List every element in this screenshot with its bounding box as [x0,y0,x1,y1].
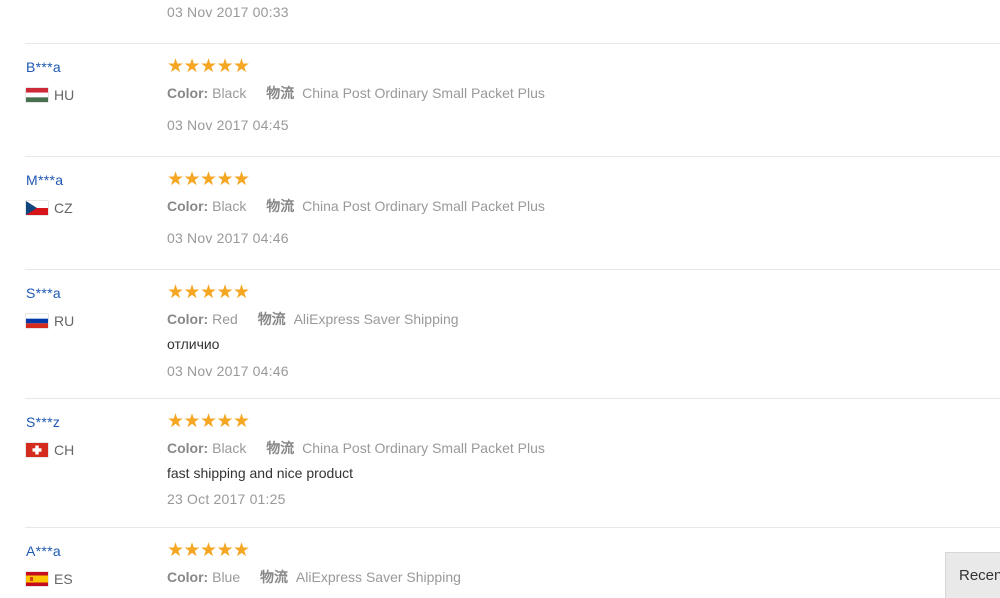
star-icon: ★ [216,169,234,190]
shipping-value: China Post Ordinary Small Packet Plus [302,85,545,101]
divider [25,269,1000,270]
star-icon: ★ [183,169,201,190]
shipping-value: AliExpress Saver Shipping [295,569,461,585]
star-icon: ★ [200,540,218,561]
reviewer-name[interactable]: M***a [26,172,63,188]
star-icon: ★ [167,411,185,432]
star-icon: ★ [233,540,251,561]
recent-tab[interactable]: Recen [945,552,1000,598]
reviewer-name[interactable]: S***a [26,285,61,301]
star-icon: ★ [233,411,251,432]
country-code: RU [54,313,75,329]
star-icon: ★ [200,56,218,77]
color-value: Red [212,311,238,327]
order-attributes: Color: Black 物流 China Post Ordinary Smal… [167,83,545,103]
divider [25,156,1000,157]
star-icon: ★ [167,169,185,190]
russia-flag-icon [26,314,48,328]
divider [25,43,1000,44]
star-rating: ★ ★ ★ ★ ★ [167,56,250,78]
color-key: Color: [167,85,209,101]
star-icon: ★ [216,56,234,77]
star-icon: ★ [216,282,234,303]
star-icon: ★ [183,540,201,561]
star-icon: ★ [200,282,218,303]
star-icon: ★ [167,540,185,561]
star-icon: ★ [200,169,218,190]
color-value: Black [212,440,247,456]
divider [25,527,1000,528]
star-rating: ★ ★ ★ ★ ★ [167,540,250,562]
shipping-key: 物流 [260,569,289,585]
review-date: 03 Nov 2017 04:46 [167,230,289,246]
color-value: Blue [212,569,241,585]
shipping-key: 物流 [257,311,286,327]
star-icon: ★ [200,411,218,432]
order-attributes: Color: Black 物流 China Post Ordinary Smal… [167,196,545,216]
shipping-value: China Post Ordinary Small Packet Plus [302,198,545,214]
reviewer-name[interactable]: B***a [26,59,61,75]
star-icon: ★ [183,282,201,303]
order-attributes: Color: Blue 物流 AliExpress Saver Shipping [167,567,461,587]
color-key: Color: [167,311,209,327]
star-icon: ★ [216,411,234,432]
review-comment: fast shipping and nice product [167,465,354,481]
reviewer-name[interactable]: S***z [26,414,60,430]
color-key: Color: [167,198,209,214]
color-value: Black [212,85,247,101]
color-key: Color: [167,440,209,456]
shipping-value: China Post Ordinary Small Packet Plus [302,440,545,456]
order-attributes: Color: Black 物流 China Post Ordinary Smal… [167,438,545,458]
review-date: 03 Nov 2017 04:46 [167,363,289,379]
reviewer-name[interactable]: A***a [26,543,61,559]
color-value: Black [212,198,247,214]
star-rating: ★ ★ ★ ★ ★ [167,282,250,304]
shipping-key: 物流 [266,198,295,214]
review-date: 23 Oct 2017 01:25 [167,491,286,507]
czech-flag-icon [26,201,48,215]
reviewer-country: HU [26,87,74,103]
star-icon: ★ [216,540,234,561]
order-attributes: Color: Red 物流 AliExpress Saver Shipping [167,309,459,329]
star-icon: ★ [233,282,251,303]
feedback-list: 03 Nov 2017 00:33 B***a HU ★ ★ ★ ★ ★ Color: … [0,0,1000,598]
reviewer-country: ES [26,571,73,587]
star-rating: ★ ★ ★ ★ ★ [167,411,250,433]
shipping-key: 物流 [266,440,295,456]
country-code: ES [54,571,73,587]
star-icon: ★ [167,282,185,303]
review-date: 03 Nov 2017 04:45 [167,117,289,133]
shipping-key: 物流 [266,85,295,101]
review-date: 03 Nov 2017 00:33 [167,4,289,20]
switzerland-flag-icon [26,443,48,457]
hungary-flag-icon [26,88,48,102]
country-code: CH [54,442,75,458]
spain-flag-icon [26,572,48,586]
shipping-value: AliExpress Saver Shipping [293,311,459,327]
reviewer-country: RU [26,313,74,329]
star-icon: ★ [233,56,251,77]
star-icon: ★ [183,411,201,432]
star-icon: ★ [183,56,201,77]
reviewer-country: CZ [26,200,73,216]
country-code: CZ [54,200,73,216]
reviewer-country: CH [26,442,74,458]
star-icon: ★ [233,169,251,190]
divider [25,398,1000,399]
color-key: Color: [167,569,209,585]
review-comment: отличио [167,336,220,352]
country-code: HU [54,87,75,103]
star-icon: ★ [167,56,185,77]
star-rating: ★ ★ ★ ★ ★ [167,169,250,191]
